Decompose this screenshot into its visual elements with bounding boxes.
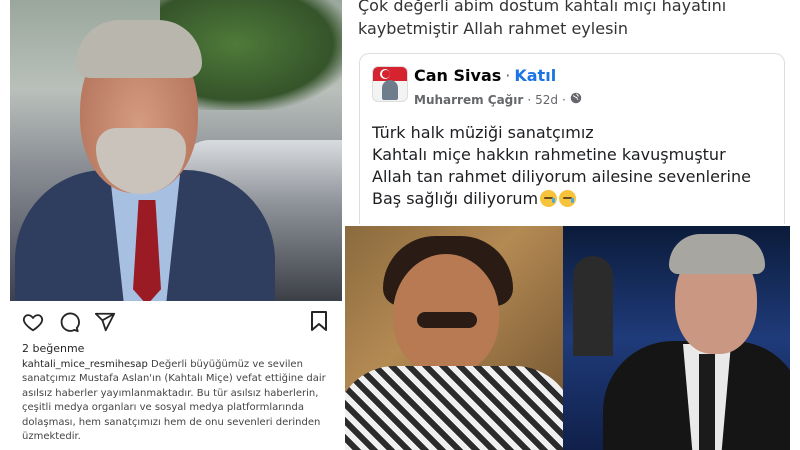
post-time[interactable]: 52d [535,93,558,107]
photo-tie [699,354,715,450]
post-line-1: Türk halk müziği sanatçımız [372,123,594,142]
instagram-action-bar [22,310,116,334]
photo-hair [76,20,202,78]
post-line-3: Allah tan rahmet diliyorum ailesine seve… [372,167,751,186]
join-button[interactable]: Katıl [514,66,556,85]
globe-icon [570,92,582,107]
comment-icon[interactable] [58,311,80,333]
post-photo-right[interactable] [563,226,790,450]
group-header: Can Sivas · Katıl [414,66,556,85]
post-caption: kahtali_mice_resmihesap Değerli büyüğümü… [22,358,342,444]
photo-background-person [573,256,613,356]
headline-line-2: kaybetmiştir Allah rahmet eylesin [358,19,628,38]
post-body: Türk halk müziği sanatçımız Kahtalı miçe… [372,122,751,210]
group-avatar[interactable] [372,66,408,102]
flag-icon [373,67,407,81]
photo-mustache [417,312,477,328]
caption-text: Değerli büyüğümüz ve sevilen sanatçımız … [22,359,326,443]
heart-icon[interactable] [22,311,44,333]
sad-emoji-icon [559,190,577,207]
post-photo-left[interactable] [345,226,563,450]
header-separator: · [505,66,511,85]
meta-separator: · [527,92,532,107]
post-meta: Muharrem Çağır · 52d · [414,92,582,107]
share-icon[interactable] [94,311,116,333]
crescent-cutout [382,70,390,78]
bookmark-icon[interactable] [309,310,329,332]
headline-line-1: Çok değerli abim dostum kahtalı mıçı hay… [358,0,727,15]
author-name[interactable]: Muharrem Çağır [414,93,523,107]
post-line-4-wrap: Baş sağlığı diliyorum [372,188,751,210]
instagram-post-photo[interactable] [10,0,342,301]
photo-hair [669,234,765,274]
post-line-2: Kahtalı miçe hakkın rahmetine kavuşmuştu… [372,145,726,164]
sad-emoji-icon [540,190,558,207]
avatar-person [382,80,398,100]
meta-separator-2: · [562,92,566,107]
facebook-post-card: Can Sivas · Katıl Muharrem Çağır · 52d · T… [359,53,785,224]
group-name[interactable]: Can Sivas [414,66,501,85]
photo-patterned-shirt [345,366,563,450]
likes-count[interactable]: 2 beğenme [22,342,84,355]
post-line-4: Baş sağlığı diliyorum [372,189,539,208]
caption-username[interactable]: kahtali_mice_resmihesap [22,359,148,370]
